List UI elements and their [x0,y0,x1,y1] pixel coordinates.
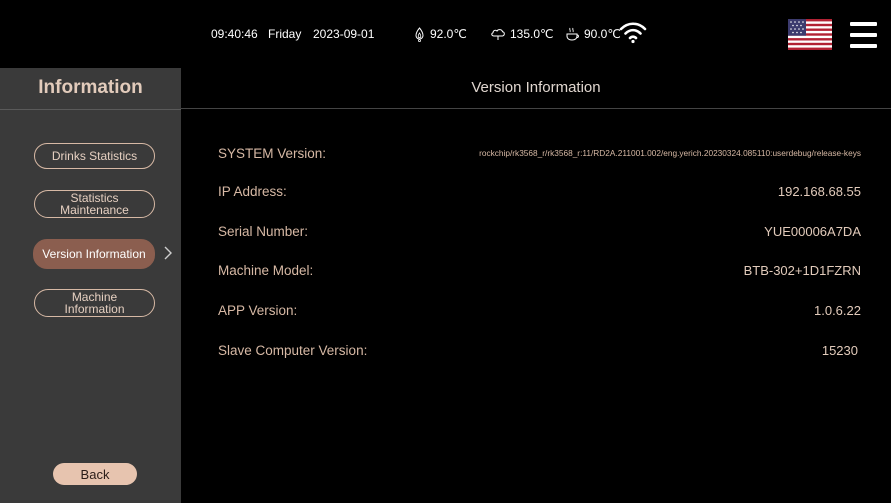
row-value: rockchip/rk3568_r/rk3568_r:11/RD2A.21100… [479,148,861,158]
row-value: 1.0.6.22 [814,302,861,318]
wifi-icon[interactable] [619,22,647,49]
date: 2023-09-01 [313,27,375,41]
boiler-icon [415,26,424,42]
steam-temp-value: 135.0℃ [510,27,554,41]
cup-temperature: 90.0℃ [565,0,621,68]
row-label: APP Version: [218,302,298,318]
row-value: YUE00006A7DA [764,223,861,239]
sidebar-item-label-line2: Maintenance [60,203,129,217]
row-label: Serial Number: [218,223,309,239]
info-row-app-version: APP Version: 1.0.6.22 [218,299,861,321]
steam-temperature: 135.0℃ [490,0,554,68]
boiler-temp-value: 92.0℃ [430,27,467,41]
row-value: 192.168.68.55 [777,183,861,199]
row-value: BTB-302+1D1FZRN [743,262,861,278]
sidebar-title: Information [38,77,143,98]
sidebar-divider [0,109,181,110]
sidebar-item-label: Drinks Statistics [51,149,138,163]
row-label: Slave Computer Version: [218,342,368,358]
row-label: Machine Model: [218,262,314,278]
row-label: SYSTEM Version: [218,145,327,161]
info-row-system-version: SYSTEM Version: rockchip/rk3568_r/rk3568… [218,142,861,164]
steam-icon [491,28,505,40]
sidebar-item-version-information[interactable]: Version Information [33,239,155,269]
info-row-serial-number: Serial Number: YUE00006A7DA [218,220,861,242]
sidebar: Information Drinks Statistics Statistics… [0,68,181,503]
clock-time: 09:40:46 [211,27,258,41]
cup-temp-value: 90.0℃ [584,27,621,41]
info-row-machine-model: Machine Model: BTB-302+1D1FZRN [218,259,861,281]
boiler-temperature: 92.0℃ [413,0,467,68]
title-divider [181,108,891,109]
page-title: Version Information [471,79,601,96]
top-status-bar: 09:40:46 Friday 2023-09-01 92.0℃ 135.0℃ … [0,0,891,68]
sidebar-item-machine-information[interactable]: Machine Information [34,289,155,317]
sidebar-item-label: Version Information [42,247,146,261]
back-button[interactable]: Back [53,463,137,485]
cup-icon [566,27,579,41]
us-flag-icon[interactable] [788,19,832,50]
sidebar-item-drinks-statistics[interactable]: Drinks Statistics [34,143,155,169]
row-value: 15230 [821,342,858,358]
sidebar-item-label-line2: Information [64,302,125,316]
main-panel: Version Information SYSTEM Version: rock… [181,68,891,503]
row-label: IP Address: [218,183,287,199]
sidebar-item-statistics-maintenance[interactable]: Statistics Maintenance [34,190,155,218]
info-row-ip-address: IP Address: 192.168.68.55 [218,180,861,202]
weekday: Friday [268,27,302,41]
hamburger-menu-icon[interactable] [850,22,877,48]
info-row-slave-computer-version: Slave Computer Version: 15230 [218,339,858,361]
chevron-right-icon [164,246,172,260]
